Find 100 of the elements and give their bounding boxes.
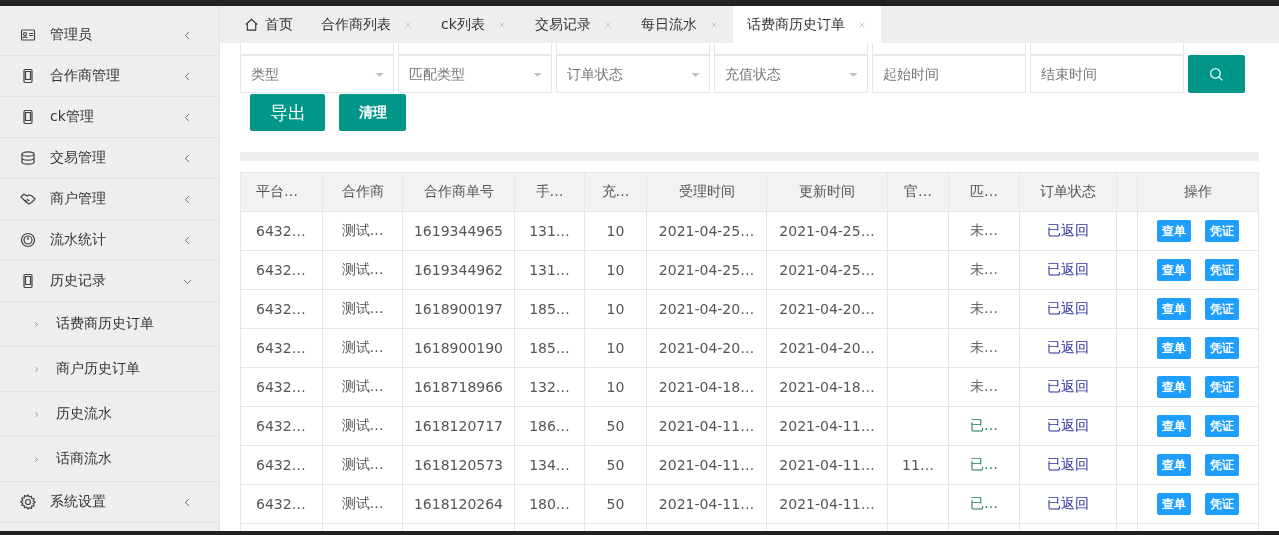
- input-field[interactable]: [872, 43, 1026, 55]
- table-cell: 1618718966: [402, 367, 515, 407]
- order-status: 已返回: [1019, 406, 1117, 446]
- table-cell: 2021-04-20…: [766, 289, 888, 329]
- column-header: 官…: [887, 172, 949, 212]
- phone-icon: [20, 68, 36, 84]
- tab[interactable]: 首页: [230, 6, 307, 43]
- match-status: 已…: [970, 417, 998, 433]
- table-cell: 测试…: [322, 289, 403, 329]
- select-field[interactable]: 匹配类型: [398, 55, 552, 93]
- table-cell: 1619344962: [402, 250, 515, 290]
- table-cell: 测试…: [322, 367, 403, 407]
- table-cell: 2021-04-20…: [646, 328, 767, 368]
- column-header: 受理时间: [646, 172, 767, 212]
- table-cell: 1618900190: [402, 328, 515, 368]
- match-status: 未…: [970, 339, 998, 355]
- table-cell: 测试…: [322, 406, 403, 446]
- order-status: 已返回: [1019, 211, 1117, 251]
- table-cell: 185…: [514, 289, 585, 329]
- match-status: 未…: [970, 378, 998, 394]
- table-cell: 6432…: [240, 289, 323, 329]
- column-header: 合作商: [322, 172, 403, 212]
- sidebar-item[interactable]: 系统设置: [0, 482, 219, 523]
- sidebar-item[interactable]: 历史记录: [0, 261, 219, 302]
- table-cell: 测试…: [322, 328, 403, 368]
- sidebar-subitem[interactable]: 商户历史订单: [0, 347, 219, 392]
- table-cell: 2021-04-20…: [646, 289, 767, 329]
- chevron-right-icon: [32, 409, 41, 419]
- tab[interactable]: ck列表: [427, 6, 521, 43]
- phone-icon: [20, 109, 36, 125]
- table-cell: 10: [584, 211, 647, 251]
- match-status: 未…: [970, 300, 998, 316]
- input-field[interactable]: [1030, 43, 1184, 55]
- column-header: 合作商单号: [402, 172, 515, 212]
- table-cell: 2021-04-20…: [766, 328, 888, 368]
- phone-icon: [20, 273, 36, 289]
- table-cell: 2021-04-11…: [766, 484, 888, 524]
- tab[interactable]: 合作商列表: [307, 6, 427, 43]
- sidebar-subitem[interactable]: 话商流水: [0, 437, 219, 482]
- table-cell: 2021-04-18…: [766, 367, 888, 407]
- sidebar-subitem[interactable]: 历史流水: [0, 392, 219, 437]
- input-field[interactable]: [398, 43, 552, 55]
- search-button[interactable]: [1188, 55, 1245, 93]
- id-card-icon: [20, 27, 36, 43]
- input-field[interactable]: 结束时间: [1030, 55, 1184, 93]
- sidebar-item[interactable]: 流水统计: [0, 220, 219, 261]
- table-cell: 测试…: [322, 211, 403, 251]
- sidebar-item[interactable]: ck管理: [0, 97, 219, 138]
- tab[interactable]: 交易记录: [520, 6, 627, 43]
- table-cell: 2021-04-25…: [766, 211, 888, 251]
- table-cell: 2021-04-18…: [646, 367, 767, 407]
- table-cell: 11…: [887, 445, 949, 485]
- table-cell: 6432…: [240, 367, 323, 407]
- table-cell: 6432…: [240, 211, 323, 251]
- table-cell: 10: [584, 289, 647, 329]
- input-field[interactable]: [714, 43, 868, 55]
- table-cell: 2021-04-11…: [646, 484, 767, 524]
- tab[interactable]: 话费商历史订单: [732, 6, 881, 43]
- table-cell: 50: [584, 445, 647, 485]
- input-field[interactable]: [556, 43, 710, 55]
- match-status: 已…: [970, 495, 998, 511]
- order-status: 已返回: [1019, 250, 1117, 290]
- table-cell: 132…: [514, 367, 585, 407]
- input-field[interactable]: [240, 43, 394, 55]
- sidebar-item[interactable]: 合作商管理: [0, 56, 219, 97]
- table-cell: 6432…: [240, 445, 323, 485]
- order-status: 已返回: [1019, 484, 1117, 524]
- column-header: 平台…: [240, 172, 323, 212]
- table-cell: 134…: [514, 445, 585, 485]
- chevron-right-icon: [32, 319, 41, 329]
- column-header: 匹…: [948, 172, 1020, 212]
- select-field[interactable]: 类型: [240, 55, 394, 93]
- input-field[interactable]: 起始时间: [872, 55, 1026, 93]
- clear-button[interactable]: 清理: [339, 94, 406, 131]
- dial-icon: [20, 232, 36, 248]
- table-cell: 186…: [514, 406, 585, 446]
- table-cell: 1618120717: [402, 406, 515, 446]
- sidebar-item[interactable]: 管理员: [0, 15, 219, 56]
- table-cell: 2021-04-11…: [646, 406, 767, 446]
- table-cell: 6432…: [240, 328, 323, 368]
- table-cell: 131…: [514, 211, 585, 251]
- tab[interactable]: 每日流水: [626, 6, 733, 43]
- export-button[interactable]: 导出: [250, 94, 325, 131]
- sidebar-item[interactable]: 商户管理: [0, 179, 219, 220]
- sidebar-item[interactable]: 交易管理: [0, 138, 219, 179]
- settings-icon: [20, 494, 36, 510]
- select-field[interactable]: 充值状态: [714, 55, 868, 93]
- order-status: 已返回: [1019, 445, 1117, 485]
- table-cell: 1619344965: [402, 211, 515, 251]
- column-header: 操作: [1137, 172, 1259, 212]
- select-field[interactable]: 订单状态: [556, 55, 710, 93]
- match-status: 已…: [970, 456, 998, 472]
- chevron-right-icon: [32, 454, 41, 464]
- table-cell: 测试…: [322, 445, 403, 485]
- column-header: 手…: [514, 172, 585, 212]
- match-status: 未…: [970, 261, 998, 277]
- sidebar-subitem[interactable]: 话费商历史订单: [0, 302, 219, 347]
- table-cell: 10: [584, 367, 647, 407]
- table-cell: 180…: [514, 484, 585, 524]
- column-header: 更新时间: [766, 172, 888, 212]
